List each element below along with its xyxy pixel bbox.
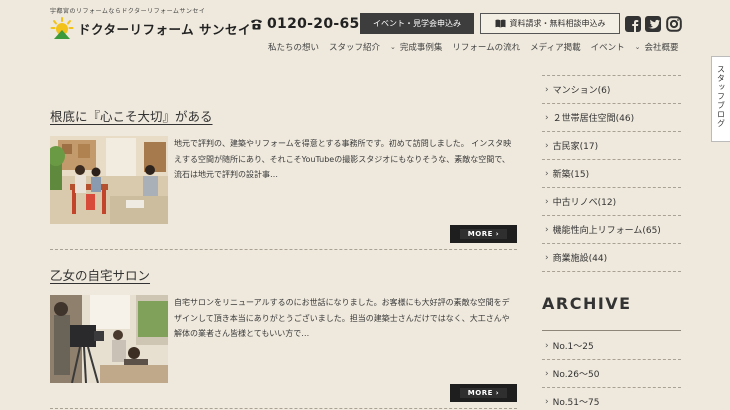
nav-item-event[interactable]: イベント xyxy=(591,41,625,53)
nav-label: メディア掲載 xyxy=(530,43,581,53)
archive-list: › No.1〜25 › No.26〜50 › No.51〜75 xyxy=(542,332,681,410)
chevron-right-icon: › xyxy=(545,396,549,407)
category-label: 商業施設(44) xyxy=(552,254,608,264)
category-label: 機能性向上リフォーム(65) xyxy=(552,226,661,236)
site-header: 宇都宮のリフォームならドクターリフォームサンセイ ドクターリフォーム サンセイ … xyxy=(0,0,730,62)
staff-blog-tab-label: スタッフブログ xyxy=(716,65,726,128)
chevron-right-icon: › xyxy=(545,168,549,179)
book-icon xyxy=(495,19,505,28)
category-label: 古民家(17) xyxy=(552,142,599,152)
logo-text: ドクターリフォーム サンセイ xyxy=(78,21,251,37)
nav-item-staff[interactable]: スタッフ紹介 xyxy=(329,41,380,53)
site-logo[interactable]: ドクターリフォーム サンセイ xyxy=(50,16,251,40)
event-signup-button[interactable]: イベント・見学会申込み xyxy=(360,13,474,34)
more-button-label: MORE › xyxy=(459,388,508,398)
nav-item-company[interactable]: ⌄ 会社概要 xyxy=(635,41,679,53)
category-label: ２世帯居住空間(46) xyxy=(552,114,635,124)
chevron-right-icon: › xyxy=(545,84,549,95)
category-item[interactable]: › 商業施設(44) xyxy=(542,244,681,272)
article-photo-office xyxy=(50,136,168,224)
more-button[interactable]: MORE › xyxy=(450,384,517,402)
archive-heading: ARCHIVE xyxy=(542,294,632,313)
nav-label: 完成事例集 xyxy=(399,43,443,53)
site-tagline: 宇都宮のリフォームならドクターリフォームサンセイ xyxy=(50,8,206,15)
article-card: 根底に『心こそ大切』がある 地元で評判の、建築やリフォームを得意とする事務所です… xyxy=(50,106,517,252)
nav-label: 私たちの想い xyxy=(268,43,320,53)
nav-item-media[interactable]: メディア掲載 xyxy=(530,41,580,53)
facebook-icon[interactable] xyxy=(625,16,641,32)
article-divider xyxy=(50,249,517,250)
article-thumbnail[interactable] xyxy=(50,295,168,383)
nav-item-flow[interactable]: リフォームの流れ xyxy=(452,41,520,53)
logo-mark-icon xyxy=(50,17,74,39)
chevron-right-icon: › xyxy=(545,112,549,123)
staff-blog-tab[interactable]: スタッフブログ xyxy=(711,56,730,142)
chevron-down-icon: ⌄ xyxy=(634,43,641,51)
category-label: 中古リノベ(12) xyxy=(552,198,617,208)
category-item[interactable]: › ２世帯居住空間(46) xyxy=(542,104,681,132)
document-request-label: 資料請求・無料相談申込み xyxy=(509,19,606,28)
article-title[interactable]: 乙女の自宅サロン xyxy=(50,265,150,284)
chevron-right-icon: › xyxy=(545,224,549,235)
article-excerpt: 自宅サロンをリニューアルするのにお世話になりました。お客様にも大好評の素敵な空間… xyxy=(174,298,510,338)
nav-label: スタッフ紹介 xyxy=(329,43,381,53)
category-item[interactable]: › 新築(15) xyxy=(542,160,681,188)
article-photo-salon xyxy=(50,295,168,383)
category-label: 新築(15) xyxy=(552,170,590,180)
archive-item[interactable]: › No.1〜25 xyxy=(542,332,681,360)
category-item[interactable]: › 古民家(17) xyxy=(542,132,681,160)
archive-label: No.26〜50 xyxy=(552,370,600,380)
nav-label: 会社概要 xyxy=(644,43,679,53)
archive-label: No.51〜75 xyxy=(552,398,600,408)
chevron-right-icon: › xyxy=(545,196,549,207)
more-button[interactable]: MORE › xyxy=(450,225,517,243)
category-item[interactable]: › 機能性向上リフォーム(65) xyxy=(542,216,681,244)
more-button-label: MORE › xyxy=(459,229,508,239)
article-title[interactable]: 根底に『心こそ大切』がある xyxy=(50,106,213,125)
category-label: マンション(6) xyxy=(552,86,611,96)
phone-icon xyxy=(251,19,262,30)
chevron-right-icon: › xyxy=(545,140,549,151)
article-divider xyxy=(50,408,517,409)
article-excerpt: 地元で評判の、建築やリフォームを得意とする事務所です。初めて訪問しました。 イン… xyxy=(174,139,512,179)
article-thumbnail[interactable] xyxy=(50,136,168,224)
chevron-right-icon: › xyxy=(545,368,549,379)
category-list: › マンション(6) › ２世帯居住空間(46) › 古民家(17) › 新築(15) … xyxy=(542,76,681,272)
nav-item-our-thoughts[interactable]: 私たちの想い xyxy=(268,41,319,53)
archive-divider xyxy=(542,330,681,331)
chevron-right-icon: › xyxy=(545,252,549,263)
category-item[interactable]: › マンション(6) xyxy=(542,76,681,104)
article-card: 乙女の自宅サロン 自宅サロンをリニューアルするのにお世話になりました。お客様にも… xyxy=(50,265,517,410)
nav-label: イベント xyxy=(590,43,625,53)
main-nav: 私たちの想い スタッフ紹介 ⌄ 完成事例集 リフォームの流れ メディア掲載 イベン… xyxy=(268,41,678,53)
twitter-icon[interactable] xyxy=(645,16,661,32)
archive-item[interactable]: › No.51〜75 xyxy=(542,388,681,410)
document-request-button[interactable]: 資料請求・無料相談申込み xyxy=(480,13,620,34)
nav-item-works[interactable]: ⌄ 完成事例集 xyxy=(390,41,442,53)
category-item[interactable]: › 中古リノベ(12) xyxy=(542,188,681,216)
chevron-right-icon: › xyxy=(545,340,549,351)
nav-label: リフォームの流れ xyxy=(452,43,521,53)
chevron-down-icon: ⌄ xyxy=(390,43,396,51)
archive-label: No.1〜25 xyxy=(552,342,594,352)
instagram-icon[interactable] xyxy=(666,16,682,32)
archive-item[interactable]: › No.26〜50 xyxy=(542,360,681,388)
